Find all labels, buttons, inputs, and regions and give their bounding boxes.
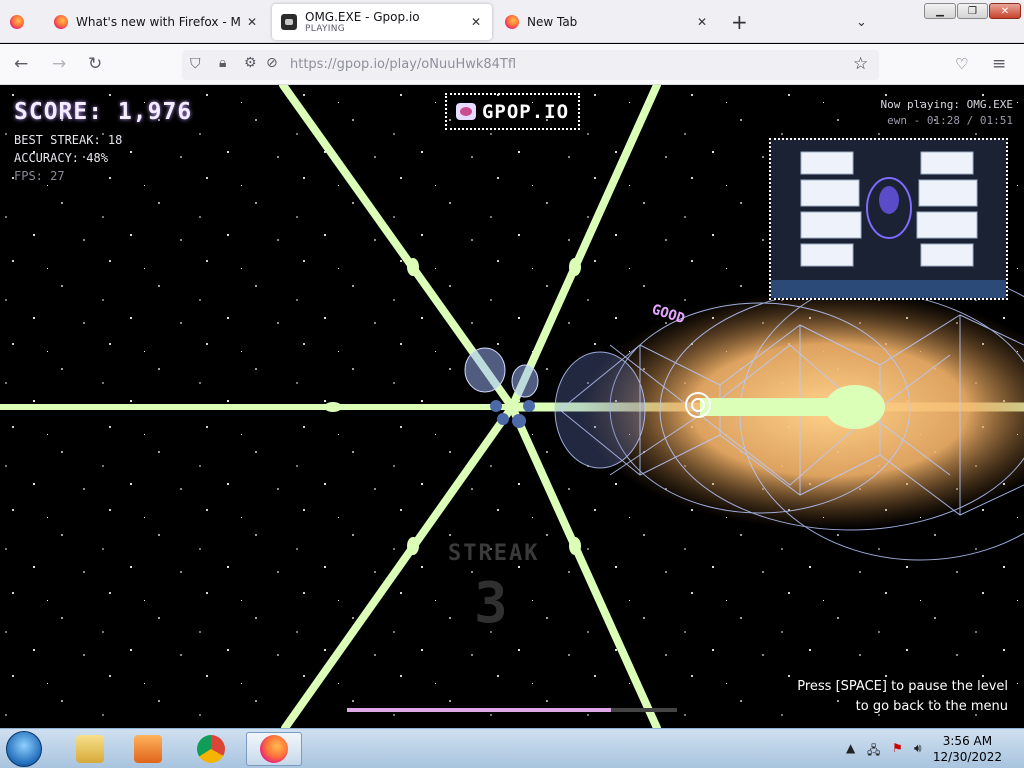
- close-window-button[interactable]: ✕: [989, 3, 1021, 19]
- streak-label: STREAK: [448, 541, 540, 566]
- tab-omg-exe[interactable]: OMG.EXE - Gpop.io PLAYING ✕: [272, 4, 492, 40]
- clock-time: 3:56 AM: [942, 734, 993, 748]
- accuracy: ACCURACY: 48%: [14, 151, 108, 165]
- list-tabs-chevron-icon[interactable]: ⌄: [856, 4, 867, 40]
- forward-arrow-icon[interactable]: →: [52, 54, 66, 74]
- score-display: SCORE: 1,976: [14, 99, 193, 125]
- shield-icon[interactable]: ⛉: [190, 56, 201, 72]
- gpop-logo[interactable]: GPOP.IO: [445, 93, 580, 130]
- track-info: ewn - 01:28 / 01:51: [887, 114, 1013, 127]
- menu-icon[interactable]: ≡: [992, 54, 1006, 74]
- pocket-icon[interactable]: ♡: [955, 54, 968, 74]
- video-preview: [769, 138, 1008, 300]
- url-bar[interactable]: ⛉ 🔒︎ ⚙ ⊘ https://gpop.io/play/oNuuHwk84T…: [182, 50, 879, 80]
- game-canvas[interactable]: GOOD SCORE: 1,976 BEST STREAK: 18 ACCURA…: [0, 85, 1024, 728]
- video-thumbnail: [771, 140, 1006, 298]
- bookmark-star-icon[interactable]: ☆: [853, 54, 868, 74]
- tab-title: What's new with Firefox - More: [76, 15, 240, 29]
- tracking-icon[interactable]: ⊘: [266, 55, 278, 71]
- firefox-view-button[interactable]: [10, 4, 40, 40]
- song-progress-bar: [347, 708, 677, 712]
- explorer-icon: [76, 735, 104, 763]
- firefox-icon: [54, 15, 68, 29]
- now-playing-title: Now playing: OMG.EXE: [880, 98, 1013, 111]
- firefox-icon: [10, 15, 24, 29]
- network-icon[interactable]: 🖧: [867, 741, 880, 762]
- firefox-icon: [505, 15, 519, 29]
- pause-hint-line2: to go back to the menu: [855, 699, 1008, 714]
- tab-title: New Tab: [527, 15, 578, 29]
- song-progress-fill: [347, 708, 611, 712]
- gpop-bot-icon: [455, 103, 476, 120]
- permissions-icon[interactable]: ⚙: [244, 55, 257, 71]
- start-button[interactable]: [6, 731, 42, 767]
- clock-date: 12/30/2022: [932, 750, 1002, 764]
- taskbar-explorer[interactable]: [62, 732, 118, 766]
- streak-counter: 3: [474, 571, 508, 636]
- tab-playing-status: PLAYING: [305, 24, 346, 34]
- maximize-button[interactable]: ❐: [957, 3, 988, 19]
- fps-counter: FPS: 27: [14, 169, 65, 183]
- taskbar-firefox[interactable]: [246, 732, 302, 766]
- tab-bar: What's new with Firefox - More ✕ OMG.EXE…: [0, 0, 1024, 43]
- taskbar: ▲ 🖧 ⚑ 🔊︎ 3:56 AM 12/30/2022: [0, 728, 1024, 768]
- close-icon[interactable]: ✕: [247, 15, 257, 29]
- logo-text: GPOP.IO: [481, 100, 570, 123]
- volume-icon[interactable]: 🔊︎: [914, 741, 922, 756]
- reload-icon[interactable]: ↻: [88, 54, 102, 74]
- firefox-icon: [260, 735, 288, 763]
- taskbar-media-player[interactable]: [120, 732, 176, 766]
- url-text[interactable]: https://gpop.io/play/oNuuHwk84Tfl: [290, 57, 516, 72]
- close-icon[interactable]: ✕: [697, 15, 707, 29]
- tab-whats-new[interactable]: What's new with Firefox - More ✕: [54, 4, 266, 40]
- pause-hint-line1: Press [SPACE] to pause the level: [797, 679, 1008, 694]
- now-playing: Now playing: OMG.EXE ewn - 01:28 / 01:51: [881, 97, 1013, 129]
- lock-icon[interactable]: 🔒︎: [219, 55, 226, 71]
- back-arrow-icon[interactable]: ←: [14, 54, 28, 74]
- tab-new-tab[interactable]: New Tab ✕: [505, 4, 717, 40]
- system-clock[interactable]: 3:56 AM 12/30/2022: [933, 733, 1002, 765]
- navigation-bar: ← → ↻ ⛉ 🔒︎ ⚙ ⊘ https://gpop.io/play/oNuu…: [0, 44, 1024, 85]
- action-center-icon[interactable]: ⚑: [892, 741, 903, 755]
- show-hidden-icons-chevron-icon[interactable]: ▲: [846, 741, 855, 755]
- pause-hint: Press [SPACE] to pause the level to go b…: [797, 677, 1008, 717]
- best-streak: BEST STREAK: 18: [14, 133, 123, 147]
- minimize-button[interactable]: ▁: [924, 3, 956, 19]
- tab-title: OMG.EXE - Gpop.io: [305, 10, 420, 24]
- new-tab-button[interactable]: +: [731, 4, 748, 40]
- taskbar-chrome[interactable]: [183, 732, 239, 766]
- media-player-icon: [134, 735, 162, 763]
- chrome-icon: [197, 735, 225, 763]
- close-icon[interactable]: ✕: [471, 15, 481, 29]
- gpop-icon: [281, 14, 297, 30]
